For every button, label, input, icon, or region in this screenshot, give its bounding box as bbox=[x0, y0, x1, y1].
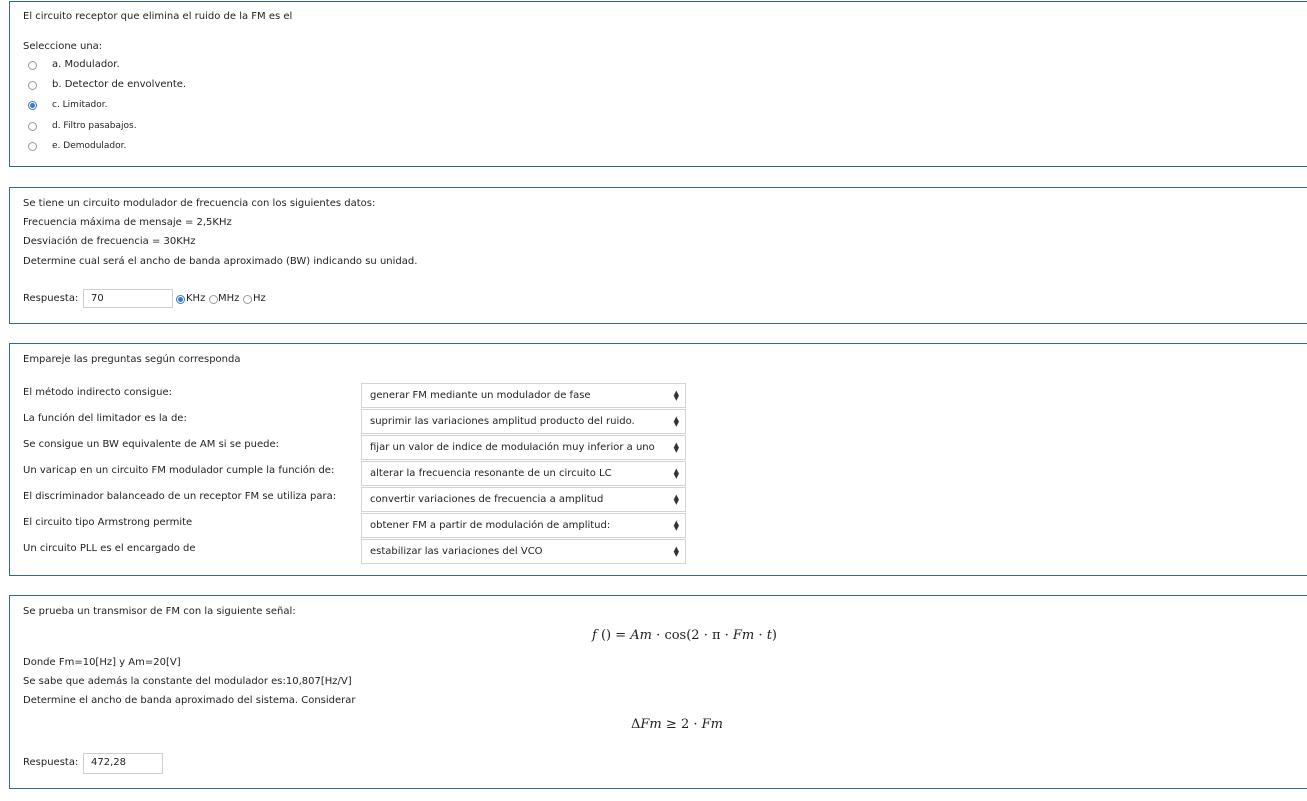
option-c-label[interactable]: c. Limitador. bbox=[52, 98, 107, 112]
option-a-label[interactable]: a. Modulador. bbox=[52, 58, 120, 72]
match-select-1-value: generar FM mediante un modulador de fase bbox=[370, 390, 591, 401]
question-2-line-2: Frecuencia máxima de mensaje = 2,5KHz bbox=[23, 217, 232, 228]
match-select-5-value: convertir variaciones de frecuencia a am… bbox=[370, 494, 604, 505]
match-question-4: Un varicap en un circuito FM modulador c… bbox=[23, 465, 335, 476]
option-b-radio[interactable] bbox=[28, 81, 37, 90]
match-select-4[interactable]: alterar la frecuencia resonante de un ci… bbox=[361, 461, 686, 486]
match-question-7: Un circuito PLL es el encargado de bbox=[23, 543, 196, 554]
question-1-card: El circuito receptor que elimina el ruid… bbox=[9, 1, 1307, 167]
bandwidth-formula: ΔFm ≥ 2 · Fm bbox=[631, 717, 723, 732]
unit-khz-label[interactable]: KHz bbox=[186, 292, 205, 306]
question-4-intro: Se prueba un transmisor de FM con la sig… bbox=[23, 606, 296, 617]
match-select-7-value: estabilizar las variaciones del VCO bbox=[370, 546, 543, 557]
question-4-line-fm: Donde Fm=10[Hz] y Am=20[V] bbox=[23, 657, 181, 668]
match-select-1[interactable]: generar FM mediante un modulador de fase… bbox=[361, 383, 686, 408]
updown-arrow-icon: ▲ ▼ bbox=[673, 493, 679, 506]
question-2-line-4: Determine cual será el ancho de banda ap… bbox=[23, 256, 418, 267]
match-select-2[interactable]: suprimir las variaciones amplitud produc… bbox=[361, 409, 686, 434]
match-select-6-value: obtener FM a partir de modulación de amp… bbox=[370, 520, 611, 531]
answer-input[interactable]: 472,28 bbox=[83, 753, 163, 774]
answer-input[interactable]: 70 bbox=[83, 289, 173, 308]
question-1-prompt: El circuito receptor que elimina el ruid… bbox=[23, 11, 293, 22]
select-one-label: Seleccione una: bbox=[23, 41, 103, 52]
option-d-label[interactable]: d. Filtro pasabajos. bbox=[52, 119, 137, 133]
signal-formula: f () = Am · cos(2 · π · Fm · t) bbox=[592, 628, 777, 643]
match-select-4-value: alterar la frecuencia resonante de un ci… bbox=[370, 468, 612, 479]
question-4-card: Se prueba un transmisor de FM con la sig… bbox=[9, 595, 1307, 789]
unit-khz-radio[interactable] bbox=[176, 295, 185, 304]
match-question-6: El circuito tipo Armstrong permite bbox=[23, 517, 193, 528]
unit-mhz-label[interactable]: MHz bbox=[218, 292, 239, 306]
question-2-line-3: Desviación de frecuencia = 30KHz bbox=[23, 236, 196, 247]
match-select-6[interactable]: obtener FM a partir de modulación de amp… bbox=[361, 513, 686, 538]
option-e-label[interactable]: e. Demodulador. bbox=[52, 139, 126, 153]
answer-label: Respuesta: bbox=[23, 293, 79, 304]
match-question-1: El método indirecto consigue: bbox=[23, 387, 173, 398]
match-select-3[interactable]: fijar un valor de indice de modulación m… bbox=[361, 435, 686, 460]
updown-arrow-icon: ▲ ▼ bbox=[673, 415, 679, 428]
match-select-7[interactable]: estabilizar las variaciones del VCO ▲ ▼ bbox=[361, 539, 686, 564]
question-4-line-k: Se sabe que además la constante del modu… bbox=[23, 676, 352, 687]
updown-arrow-icon: ▲ ▼ bbox=[673, 519, 679, 532]
updown-arrow-icon: ▲ ▼ bbox=[673, 545, 679, 558]
match-question-3: Se consigue un BW equivalente de AM si s… bbox=[23, 439, 279, 450]
match-question-2: La función del limitador es la de: bbox=[23, 413, 187, 424]
question-4-line-det: Determine el ancho de banda aproximado d… bbox=[23, 695, 356, 706]
match-select-5[interactable]: convertir variaciones de frecuencia a am… bbox=[361, 487, 686, 512]
question-3-prompt: Empareje las preguntas según corresponda bbox=[23, 354, 241, 365]
question-2-card: Se tiene un circuito modulador de frecue… bbox=[9, 187, 1307, 324]
question-2-line-1: Se tiene un circuito modulador de frecue… bbox=[23, 198, 376, 209]
updown-arrow-icon: ▲ ▼ bbox=[673, 389, 679, 402]
option-c-radio[interactable] bbox=[28, 101, 37, 110]
option-b-label[interactable]: b. Detector de envolvente. bbox=[52, 78, 186, 92]
match-select-2-value: suprimir las variaciones amplitud produc… bbox=[370, 416, 635, 427]
unit-hz-radio[interactable] bbox=[243, 295, 252, 304]
match-select-3-value: fijar un valor de indice de modulación m… bbox=[370, 442, 655, 453]
option-a-radio[interactable] bbox=[28, 61, 37, 70]
option-d-radio[interactable] bbox=[28, 122, 37, 131]
unit-hz-label[interactable]: Hz bbox=[253, 292, 266, 306]
match-question-5: El discriminador balanceado de un recept… bbox=[23, 491, 337, 502]
option-e-radio[interactable] bbox=[28, 142, 37, 151]
answer-label: Respuesta: bbox=[23, 757, 79, 768]
question-3-card: Empareje las preguntas según corresponda… bbox=[9, 343, 1307, 576]
unit-mhz-radio[interactable] bbox=[209, 295, 218, 304]
updown-arrow-icon: ▲ ▼ bbox=[673, 436, 679, 454]
updown-arrow-icon: ▲ ▼ bbox=[673, 467, 679, 480]
